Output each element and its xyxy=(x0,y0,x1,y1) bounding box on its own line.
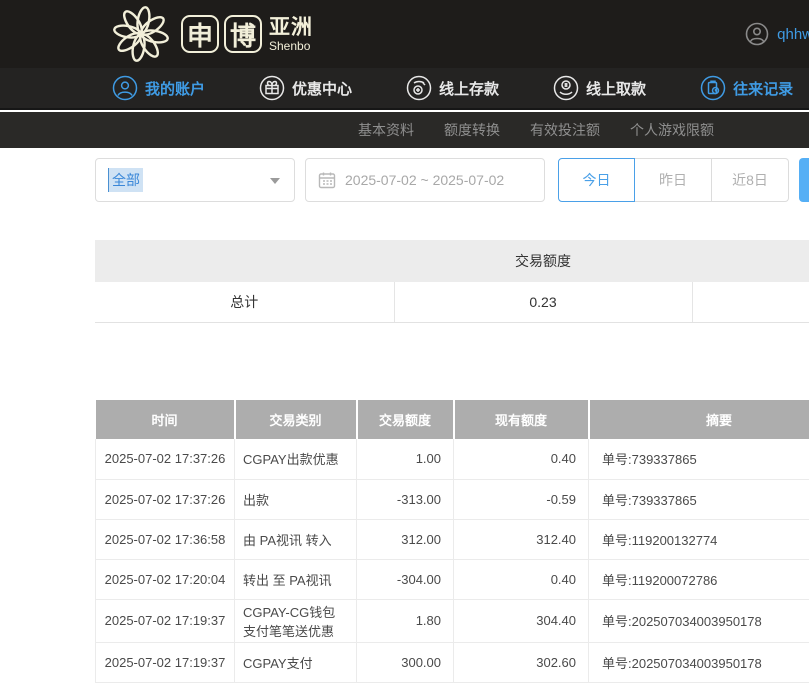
flower-logo-icon xyxy=(113,6,169,62)
cell-summary: 单号:119200132774 xyxy=(589,519,809,559)
nav-item-label: 线上存款 xyxy=(439,78,499,99)
date-range-input[interactable]: 2025-07-02 ~ 2025-07-02 xyxy=(305,158,545,202)
records-icon xyxy=(700,75,726,101)
cell-time: 2025-07-02 17:19:37 xyxy=(96,599,235,642)
cell-summary: 单号:202507034003950178 xyxy=(589,642,809,682)
cell-type: 出款 xyxy=(235,479,357,519)
summary-total-row: 总计 0.23 xyxy=(95,282,809,322)
table-row: 2025-07-02 17:37:26 出款 -313.00 -0.59 单号:… xyxy=(96,479,809,519)
cell-amount: 312.00 xyxy=(357,519,454,559)
summary-total-label: 总计 xyxy=(95,282,394,322)
user-account[interactable]: qhhw xyxy=(745,0,809,68)
column-header-amount: 交易额度 xyxy=(357,400,454,439)
date-range-value: 2025-07-02 ~ 2025-07-02 xyxy=(345,172,504,188)
cell-balance: 304.40 xyxy=(454,599,589,642)
cell-type: CGPAY支付 xyxy=(235,642,357,682)
table-row: 2025-07-02 17:19:37 CGPAY-CG钱包支付笔笔送优惠 1.… xyxy=(96,599,809,642)
cell-balance: -0.59 xyxy=(454,479,589,519)
brand-region-en: Shenbo xyxy=(269,40,313,52)
selected-type-value: 全部 xyxy=(108,168,143,192)
cell-summary: 单号:202507034003950178 xyxy=(589,599,809,642)
site-header: 申 博 亚洲 Shenbo qhhw xyxy=(0,0,809,68)
transactions-table: 时间 交易类别 交易额度 现有额度 摘要 2025-07-02 17:37:26… xyxy=(95,400,809,683)
summary-total-value: 0.23 xyxy=(394,282,692,322)
brand-region-cn: 亚洲 xyxy=(269,17,313,38)
gift-icon xyxy=(259,75,285,101)
username: qhhw xyxy=(777,26,809,43)
cell-balance: 0.40 xyxy=(454,559,589,599)
column-header-time: 时间 xyxy=(96,400,235,439)
summary-header-cutoff xyxy=(692,240,809,282)
subnav-item-game-limits[interactable]: 个人游戏限额 xyxy=(630,120,714,140)
cell-balance: 312.40 xyxy=(454,519,589,559)
transactions-header-row: 时间 交易类别 交易额度 现有额度 摘要 xyxy=(96,400,809,439)
nav-item-label: 线上取款 xyxy=(586,78,646,99)
transaction-type-select[interactable]: 全部 xyxy=(95,158,295,202)
brand-region: 亚洲 Shenbo xyxy=(269,17,313,52)
sub-nav: 基本资料 额度转换 有效投注额 个人游戏限额 xyxy=(0,112,809,148)
table-row: 2025-07-02 17:20:04 转出 至 PA视讯 -304.00 0.… xyxy=(96,559,809,599)
table-row: 2025-07-02 17:37:26 CGPAY出款优惠 1.00 0.40 … xyxy=(96,439,809,479)
subnav-item-valid-bets[interactable]: 有效投注额 xyxy=(530,120,600,140)
main-nav: 我的账户 优惠中心 线上存款 线上取款 往来 xyxy=(0,68,809,110)
brand-char-box: 申 xyxy=(181,15,219,53)
nav-item-label: 我的账户 xyxy=(145,78,205,99)
summary-header-row: 交易额度 xyxy=(95,240,809,282)
brand-char-box: 博 xyxy=(224,15,262,53)
chevron-down-icon xyxy=(270,178,280,184)
summary-header-amount: 交易额度 xyxy=(394,240,692,282)
cell-balance: 302.60 xyxy=(454,642,589,682)
yesterday-button[interactable]: 昨日 xyxy=(635,158,712,202)
cell-time: 2025-07-02 17:37:26 xyxy=(96,439,235,479)
user-icon xyxy=(112,75,138,101)
summary-table: 交易额度 总计 0.23 xyxy=(95,240,809,323)
cell-summary: 单号:119200072786 xyxy=(589,559,809,599)
calendar-icon xyxy=(318,171,336,189)
cell-type: CGPAY出款优惠 xyxy=(235,439,357,479)
cell-amount: 300.00 xyxy=(357,642,454,682)
cell-amount: -313.00 xyxy=(357,479,454,519)
site-logo[interactable]: 申 博 亚洲 Shenbo xyxy=(113,6,313,62)
cell-summary: 单号:739337865 xyxy=(589,439,809,479)
deposit-icon xyxy=(406,75,432,101)
withdraw-icon xyxy=(553,75,579,101)
cell-type: 由 PA视讯 转入 xyxy=(235,519,357,559)
query-button[interactable] xyxy=(799,158,809,202)
cell-time: 2025-07-02 17:37:26 xyxy=(96,479,235,519)
cell-amount: 1.80 xyxy=(357,599,454,642)
cell-amount: 1.00 xyxy=(357,439,454,479)
cell-amount: -304.00 xyxy=(357,559,454,599)
filter-row: 全部 2025-07-02 ~ 2025-07-02 今日 昨日 近8日 xyxy=(95,158,809,202)
cell-type: 转出 至 PA视讯 xyxy=(235,559,357,599)
table-row: 2025-07-02 17:19:37 CGPAY支付 300.00 302.6… xyxy=(96,642,809,682)
nav-item-withdraw[interactable]: 线上取款 xyxy=(553,75,646,101)
summary-header-empty xyxy=(95,240,394,282)
summary-total-cutoff xyxy=(692,282,809,322)
nav-item-records[interactable]: 往来记录 xyxy=(700,75,793,101)
table-row: 2025-07-02 17:36:58 由 PA视讯 转入 312.00 312… xyxy=(96,519,809,559)
last-8-days-button[interactable]: 近8日 xyxy=(712,158,789,202)
column-header-balance: 现有额度 xyxy=(454,400,589,439)
avatar-icon xyxy=(745,22,769,46)
nav-item-label: 往来记录 xyxy=(733,78,793,99)
subnav-item-credit-transfer[interactable]: 额度转换 xyxy=(444,120,500,140)
nav-item-my-account[interactable]: 我的账户 xyxy=(112,75,205,101)
content-area: 全部 2025-07-02 ~ 2025-07-02 今日 昨日 近8日 交易额… xyxy=(0,148,809,679)
cell-time: 2025-07-02 17:36:58 xyxy=(96,519,235,559)
cell-summary: 单号:739337865 xyxy=(589,479,809,519)
subnav-item-basic-info[interactable]: 基本资料 xyxy=(358,120,414,140)
column-header-type: 交易类别 xyxy=(235,400,357,439)
column-header-summary: 摘要 xyxy=(589,400,809,439)
cell-balance: 0.40 xyxy=(454,439,589,479)
cell-type: CGPAY-CG钱包支付笔笔送优惠 xyxy=(235,599,357,642)
cell-time: 2025-07-02 17:20:04 xyxy=(96,559,235,599)
today-button[interactable]: 今日 xyxy=(558,158,635,202)
nav-item-deposit[interactable]: 线上存款 xyxy=(406,75,499,101)
cell-time: 2025-07-02 17:19:37 xyxy=(96,642,235,682)
quick-date-buttons: 今日 昨日 近8日 xyxy=(558,158,789,202)
nav-item-promotions[interactable]: 优惠中心 xyxy=(259,75,352,101)
nav-item-label: 优惠中心 xyxy=(292,78,352,99)
